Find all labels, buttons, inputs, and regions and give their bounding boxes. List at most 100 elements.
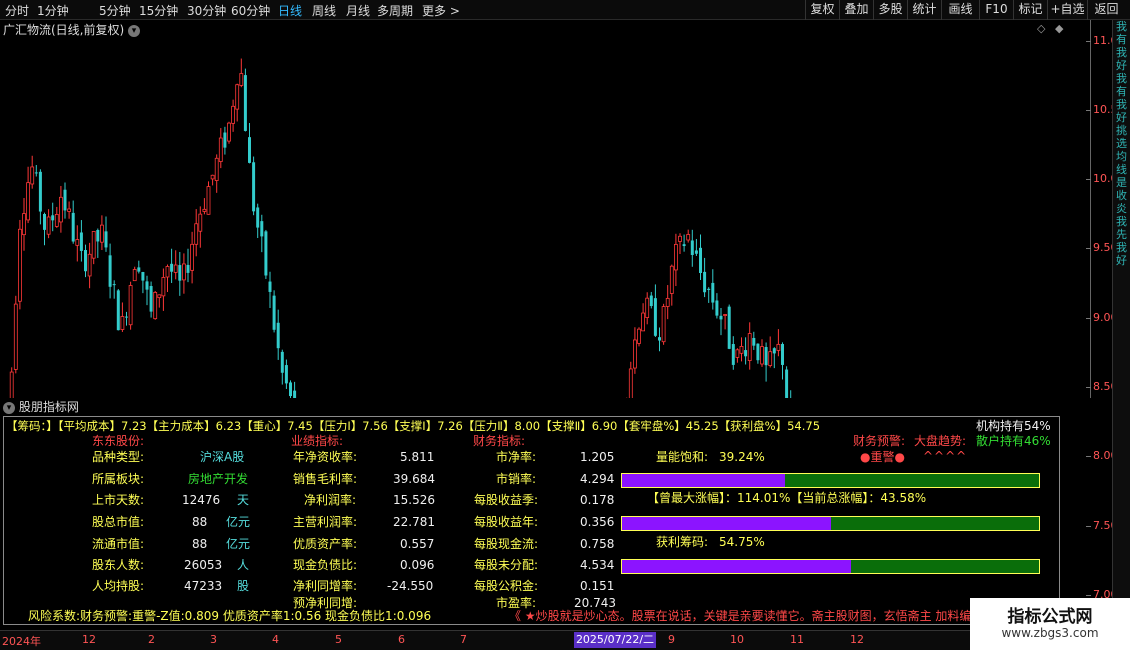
adjust-button[interactable]: 复权 — [805, 0, 839, 20]
max-rise-info: 【曾最大涨幅】：114.01%【当前总涨幅】：43.58% — [647, 491, 927, 505]
perf-label: 现金负债比: — [293, 558, 358, 572]
candle-body — [206, 186, 211, 215]
date-label: 6 — [398, 633, 405, 646]
candle-body — [711, 282, 715, 303]
candle-body — [149, 286, 153, 312]
perf-value: 22.781 — [393, 515, 435, 529]
candle-body — [727, 306, 731, 349]
candle-body — [202, 208, 207, 212]
candle-body — [38, 171, 42, 212]
stock-unit: 亿元 — [226, 515, 251, 529]
candle-body — [658, 337, 661, 341]
fin-value: 0.356 — [580, 515, 615, 529]
tab-30min[interactable]: 30分钟 — [187, 2, 226, 19]
tab-60min[interactable]: 60分钟 — [231, 2, 270, 19]
candle-body — [260, 221, 264, 237]
tab-weekly[interactable]: 周线 — [312, 2, 336, 19]
stock-label: 人均持股: — [92, 579, 145, 593]
candle-body — [75, 239, 80, 246]
fin-label: 每股未分配: — [474, 558, 539, 572]
watermark-url: www.zbgs3.com — [1001, 626, 1099, 640]
candle-body — [108, 255, 112, 287]
candle-body — [87, 253, 92, 277]
candle-body — [284, 365, 288, 384]
candle-body — [776, 343, 781, 351]
candle-body — [682, 244, 686, 247]
candle-body — [280, 351, 284, 373]
candle-body — [768, 351, 773, 366]
watermark-title: 指标公式网 — [1007, 607, 1093, 627]
date-label: 10 — [730, 633, 744, 646]
tab-multi-period[interactable]: 多周期 — [377, 2, 413, 19]
mark-button[interactable]: 标记 — [1013, 0, 1047, 20]
date-label: 5 — [335, 633, 342, 646]
candle-body — [686, 234, 691, 241]
fin-label: 市销率: — [496, 472, 537, 486]
candle-body — [669, 265, 674, 294]
market-trend-header: 大盘趋势: — [914, 434, 967, 448]
candle-body — [764, 347, 768, 366]
candle-body — [46, 216, 51, 235]
tab-5min[interactable]: 5分钟 — [99, 2, 131, 19]
stock-label: 流通市值: — [92, 537, 145, 551]
candle-body — [707, 288, 711, 290]
candle-body — [128, 285, 133, 326]
period-toolbar: 分时 1分钟 5分钟 15分钟 30分钟 60分钟 日线 周线 月线 多周期 更… — [0, 0, 1130, 20]
candle-body — [694, 250, 698, 254]
selected-date[interactable]: 2025/07/22/二 — [574, 632, 656, 648]
candle-body — [223, 132, 227, 148]
candle-body — [181, 263, 186, 281]
overlay-button[interactable]: 叠加 — [839, 0, 873, 20]
add-watchlist-button[interactable]: +自选 — [1047, 0, 1087, 20]
candle-body — [739, 345, 744, 354]
fin-value: 0.178 — [580, 493, 615, 507]
candle-body — [293, 390, 297, 398]
f10-button[interactable]: F10 — [979, 0, 1013, 20]
fin-label: 市盈率: — [496, 596, 537, 610]
candle-body — [785, 369, 789, 398]
tab-monthly[interactable]: 月线 — [346, 2, 370, 19]
candle-body — [84, 250, 87, 272]
candle-body — [772, 348, 776, 354]
bar-fill — [622, 560, 852, 573]
tab-1min[interactable]: 1分钟 — [37, 2, 69, 19]
chevron-down-icon[interactable]: ▾ — [3, 401, 15, 414]
back-button[interactable]: 返回 — [1087, 0, 1125, 20]
candle-body — [116, 290, 120, 331]
indicator-panel-title[interactable]: ▾ 股朋指标网 — [3, 398, 79, 415]
stock-value: 26053 — [184, 558, 223, 572]
candle-body — [703, 271, 707, 293]
date-label: 4 — [272, 633, 279, 646]
candle-body — [747, 333, 752, 362]
risk-line: 风险系数:财务预警:重警-Z值:0.809 优质资产率1:0.56 现金负债比1… — [28, 609, 432, 623]
candle-body — [744, 350, 748, 357]
tab-intraday[interactable]: 分时 — [5, 2, 29, 19]
statistics-button[interactable]: 统计 — [907, 0, 941, 20]
candle-body — [186, 264, 190, 273]
candle-body — [100, 224, 104, 243]
tab-daily[interactable]: 日线 — [278, 2, 302, 19]
candle-body — [690, 240, 694, 255]
candle-body — [178, 265, 182, 281]
tab-more[interactable]: 更多 > — [422, 2, 460, 19]
candle-body — [13, 303, 18, 370]
candle-body — [268, 281, 272, 292]
date-label: 9 — [668, 633, 675, 646]
candle-body — [715, 300, 719, 316]
multi-stock-button[interactable]: 多股 — [873, 0, 907, 20]
candle-body — [645, 297, 650, 318]
tab-15min[interactable]: 15分钟 — [139, 2, 178, 19]
candle-body — [289, 382, 292, 397]
candle-body — [132, 269, 137, 282]
indicator-panel: 【筹码：】【平均成本】7.23【主力成本】6.23【重心】7.45【压力Ⅰ】7.… — [3, 416, 1060, 625]
candle-body — [674, 243, 678, 271]
candle-body — [760, 346, 764, 365]
right-info-strip: 我有我好我有我好挑选均线是收炎我先我好 — [1112, 20, 1130, 630]
price-tick-mark — [1086, 456, 1091, 458]
stock-label: 股总市值: — [92, 515, 145, 529]
draw-line-button[interactable]: 画线 — [941, 0, 979, 20]
candle-body — [735, 349, 740, 358]
volume-saturation-value: 39.24% — [719, 450, 765, 464]
institution-holding: 机构持有54% — [976, 419, 1051, 433]
perf-label: 年净资收率: — [293, 450, 358, 464]
